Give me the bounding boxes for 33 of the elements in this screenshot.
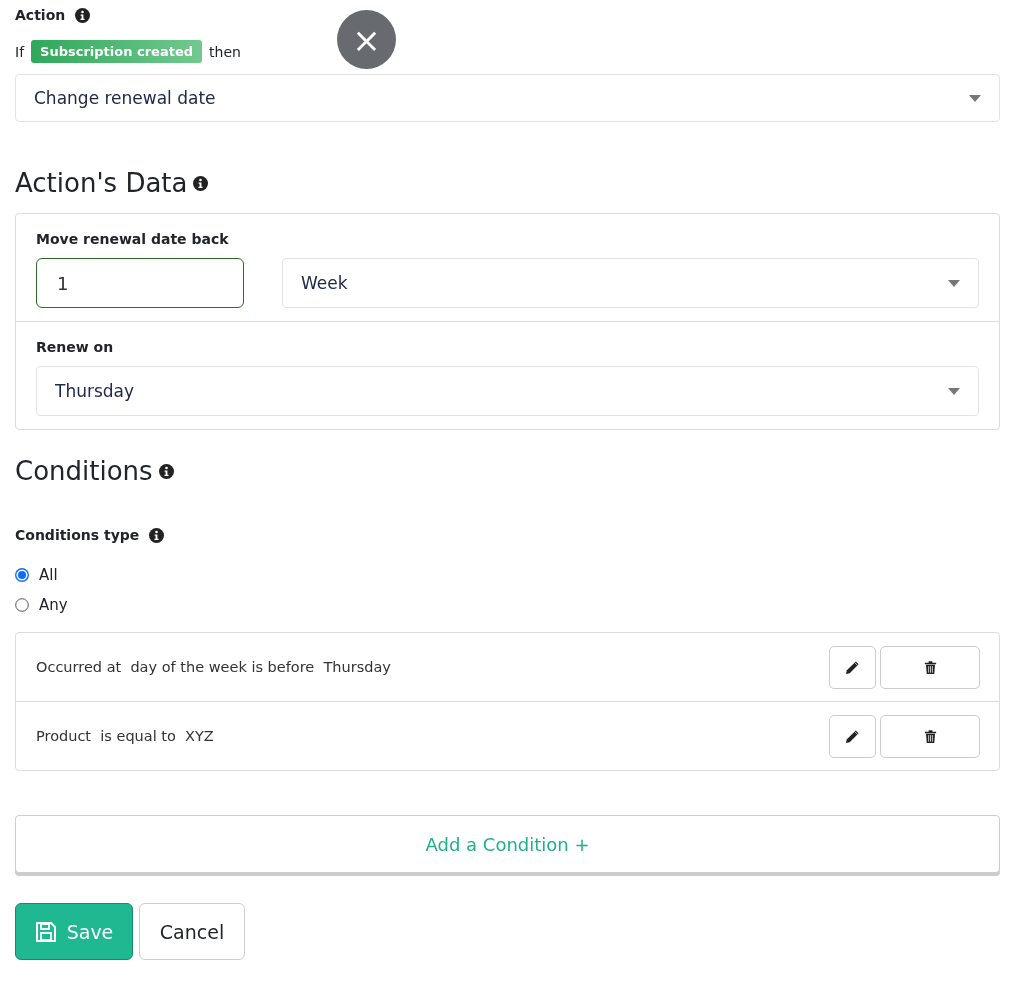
section-heading: Action's Data — [15, 168, 188, 200]
edit-button[interactable] — [829, 714, 876, 758]
radio-option[interactable]: Any — [15, 596, 68, 615]
field-label: Renew on — [36, 339, 114, 356]
edit-button[interactable] — [829, 645, 876, 689]
condition-text: Occurred at day of the week is before Thursday — [36, 659, 392, 676]
caret-icon — [969, 94, 981, 102]
trash-icon — [922, 728, 938, 744]
then-text: then — [209, 43, 241, 60]
amount-field[interactable]: 1 — [36, 258, 244, 309]
unit-select[interactable]: Week — [282, 258, 979, 309]
trigger-badge: Subscription created — [31, 40, 203, 63]
day-select[interactable]: Thursday — [36, 366, 979, 417]
field-label: Conditions type — [15, 527, 140, 544]
section-label: Action — [15, 7, 66, 23]
caret-icon — [948, 279, 960, 287]
close-button[interactable]: × — [337, 10, 396, 69]
if-text: If — [15, 43, 25, 60]
pencil-icon — [845, 728, 860, 744]
trash-icon — [922, 659, 938, 675]
radio-option[interactable]: All — [15, 566, 58, 585]
field-label: Move renewal date back — [36, 231, 229, 248]
pencil-icon — [845, 659, 860, 675]
info-icon — [149, 527, 165, 543]
info-icon — [193, 176, 209, 192]
condition-text: Product is equal to XYZ — [36, 728, 215, 745]
action-select[interactable]: Change renewal date — [15, 74, 1000, 122]
info-icon — [158, 464, 174, 480]
cancel-button[interactable]: Cancel — [139, 903, 245, 961]
save-icon — [34, 920, 57, 943]
info-icon — [75, 7, 91, 23]
caret-icon — [948, 387, 960, 395]
section-heading: Conditions — [15, 456, 153, 488]
